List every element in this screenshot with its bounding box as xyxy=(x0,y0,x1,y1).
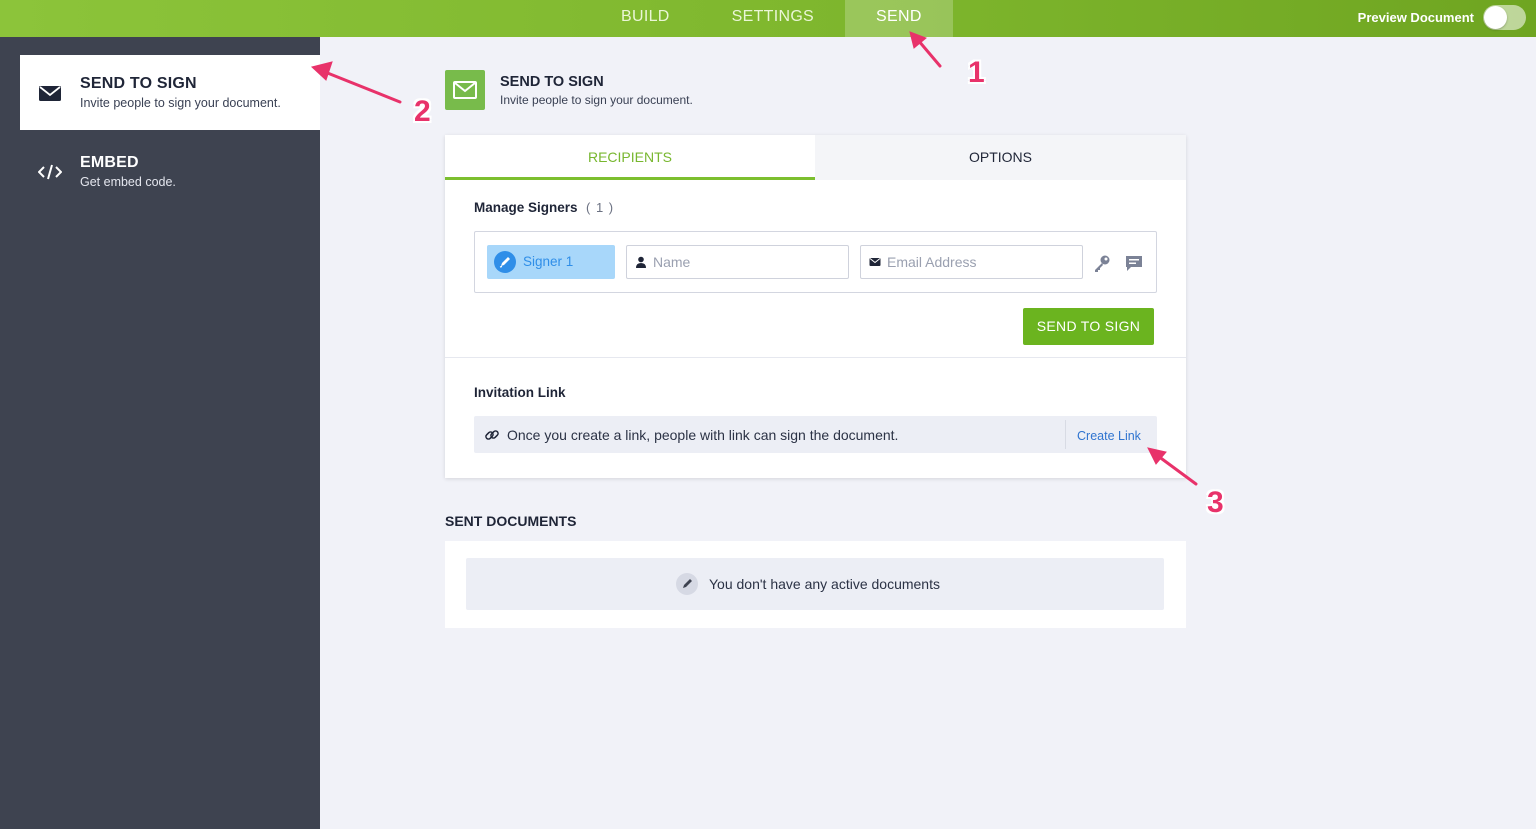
page-title: SEND TO SIGN xyxy=(500,74,604,90)
pen-icon xyxy=(676,573,698,595)
annotation-label-3: 3 xyxy=(1207,486,1224,519)
divider xyxy=(445,357,1186,358)
sidebar-item-title: EMBED xyxy=(80,154,139,171)
tab-options[interactable]: OPTIONS xyxy=(815,135,1186,180)
top-nav: BUILD SETTINGS SEND xyxy=(590,0,953,37)
tab-settings[interactable]: SETTINGS xyxy=(701,0,845,37)
top-bar: BUILD SETTINGS SEND Preview Document xyxy=(0,0,1536,37)
invitation-link-bar: Once you create a link, people with link… xyxy=(474,416,1157,453)
preview-document-toggle[interactable] xyxy=(1483,5,1526,30)
create-link-button[interactable]: Create Link xyxy=(1077,429,1141,443)
envelope-icon xyxy=(39,86,61,101)
empty-state: You don't have any active documents xyxy=(466,558,1164,610)
pen-icon xyxy=(494,251,516,273)
email-field xyxy=(860,245,1083,279)
tab-recipients[interactable]: RECIPIENTS xyxy=(445,135,815,180)
preview-document-label: Preview Document xyxy=(1357,10,1474,25)
signer-count: ( 1 ) xyxy=(586,200,615,215)
page-subtitle: Invite people to sign your document. xyxy=(500,93,693,107)
sidebar-item-subtitle: Get embed code. xyxy=(80,175,176,189)
envelope-icon xyxy=(869,258,881,266)
message-icon[interactable] xyxy=(1124,253,1144,273)
toggle-knob xyxy=(1484,6,1507,29)
annotation-label-2: 2 xyxy=(414,95,431,128)
signer-row: Signer 1 xyxy=(474,231,1157,293)
invitation-link-text: Once you create a link, people with link… xyxy=(507,427,899,443)
divider xyxy=(1065,420,1066,449)
sent-documents-title: SENT DOCUMENTS xyxy=(445,513,577,529)
name-field xyxy=(626,245,849,279)
tab-build[interactable]: BUILD xyxy=(590,0,701,37)
annotation-label-1: 1 xyxy=(968,56,985,89)
user-icon xyxy=(636,256,646,268)
signer-badge[interactable]: Signer 1 xyxy=(487,245,615,279)
signer-label: Signer 1 xyxy=(523,254,574,269)
manage-signers-label: Manage Signers xyxy=(474,200,578,215)
send-to-sign-button[interactable]: SEND TO SIGN xyxy=(1023,308,1154,345)
sidebar-item-title: SEND TO SIGN xyxy=(80,75,197,92)
sidebar-item-embed[interactable]: EMBED Get embed code. xyxy=(20,134,320,209)
sent-documents-card: You don't have any active documents xyxy=(445,541,1186,628)
link-icon xyxy=(485,430,499,440)
empty-state-text: You don't have any active documents xyxy=(709,576,940,592)
tab-send[interactable]: SEND xyxy=(845,0,953,37)
sidebar-item-subtitle: Invite people to sign your document. xyxy=(80,96,281,110)
send-card: RECIPIENTS OPTIONS Manage Signers ( 1 ) … xyxy=(445,135,1186,478)
invitation-link-label: Invitation Link xyxy=(474,385,566,400)
card-tabs: RECIPIENTS OPTIONS xyxy=(445,135,1186,180)
envelope-icon xyxy=(453,81,477,99)
sidebar: SEND TO SIGN Invite people to sign your … xyxy=(0,37,320,829)
send-header-icon xyxy=(445,70,485,110)
code-icon xyxy=(38,164,62,180)
key-icon[interactable] xyxy=(1092,253,1112,273)
email-input[interactable] xyxy=(887,246,1077,278)
name-input[interactable] xyxy=(653,246,843,278)
sidebar-item-send-to-sign[interactable]: SEND TO SIGN Invite people to sign your … xyxy=(20,55,320,130)
